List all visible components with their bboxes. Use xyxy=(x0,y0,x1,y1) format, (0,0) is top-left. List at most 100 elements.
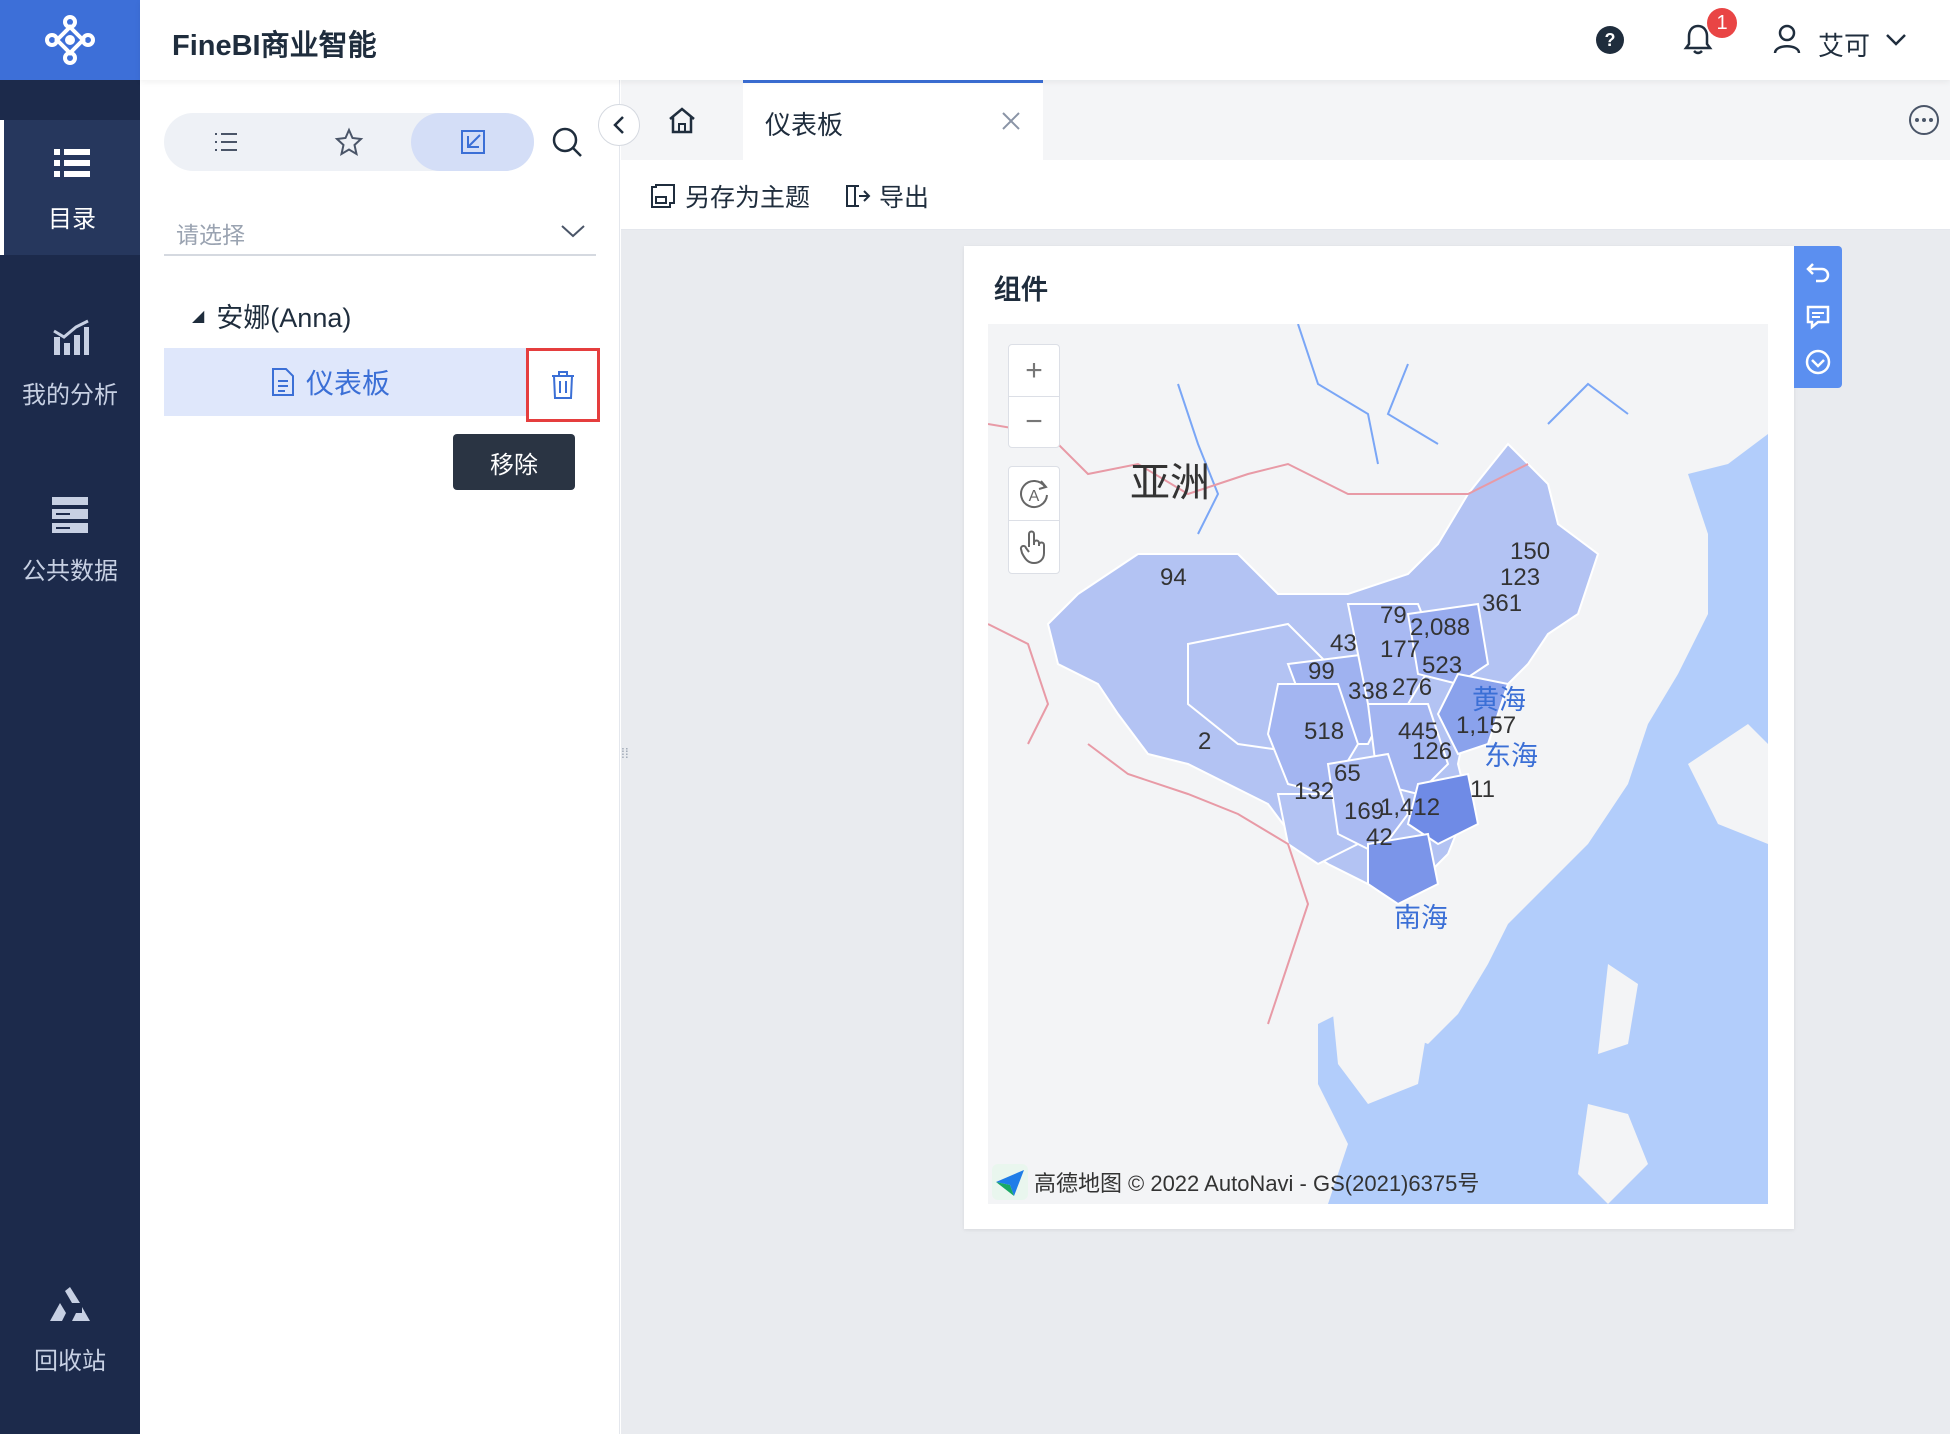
document-icon xyxy=(272,368,294,396)
nav-item-my-analysis[interactable]: 我的分析 xyxy=(0,296,140,431)
map-zoom-control: + − xyxy=(1008,344,1060,448)
map-value-label: 99 xyxy=(1308,658,1335,685)
catalog-panel: 请选择 ◢ 安娜(Anna) 仪表板 xyxy=(140,80,620,1434)
chevron-left-icon xyxy=(613,116,624,134)
catalog-select[interactable]: 请选择 xyxy=(164,208,596,256)
database-icon xyxy=(52,497,88,533)
map-value-label: 132 xyxy=(1294,778,1335,805)
export-icon xyxy=(846,185,871,207)
logo-icon xyxy=(45,15,95,65)
search-icon[interactable] xyxy=(550,125,584,159)
undo-icon[interactable] xyxy=(1804,258,1832,286)
map-tool-control: A xyxy=(1008,466,1060,574)
tree-folder[interactable]: ◢ 安娜(Anna) xyxy=(192,296,351,335)
map-value-label: 338 xyxy=(1348,678,1389,705)
tab-label: 仪表板 xyxy=(765,110,844,140)
trash-icon xyxy=(552,371,574,399)
user-name[interactable]: 艾可 xyxy=(1818,26,1870,63)
hand-icon xyxy=(1019,530,1045,565)
view-list-button[interactable] xyxy=(164,113,287,171)
nav-label: 公共数据 xyxy=(22,558,118,585)
map-value-label: 177 xyxy=(1380,636,1421,663)
map-value-label: 150 xyxy=(1510,538,1551,565)
dashboard-toolbar: 另存为主题 导出 xyxy=(621,160,1950,230)
map-value-label: 276 xyxy=(1392,674,1433,701)
map-widget[interactable]: 组件 亚洲 94 150 123 361 79 2,088 43 177 523… xyxy=(964,246,1794,1229)
help-icon[interactable]: ? xyxy=(1595,25,1625,55)
sea-label: 黄海 xyxy=(1472,685,1526,715)
tree-item-dashboard[interactable]: 仪表板 xyxy=(164,348,526,416)
left-nav: 目录 我的分析 公共数据 回收站 xyxy=(0,0,140,1434)
map-value-label: 169 xyxy=(1344,798,1385,825)
nav-label: 目录 xyxy=(48,206,96,233)
map-attribution: 高德地图 © 2022 AutoNavi - GS(2021)6375号 xyxy=(992,1164,1479,1200)
save-as-theme-label: 另存为主题 xyxy=(685,184,811,212)
attribution-text: © 2022 AutoNavi - GS(2021)6375号 xyxy=(1128,1171,1480,1196)
chevron-down-icon xyxy=(561,225,585,238)
export-button[interactable]: 导出 xyxy=(843,178,929,214)
view-mine-button[interactable] xyxy=(411,113,534,171)
view-favorites-button[interactable] xyxy=(287,113,410,171)
remove-tooltip: 移除 xyxy=(453,434,575,490)
zoom-out-button[interactable]: − xyxy=(1009,396,1059,447)
close-icon[interactable] xyxy=(999,109,1023,133)
map-value-label: 94 xyxy=(1160,564,1187,591)
map-brand: 高德地图 xyxy=(1034,1171,1123,1196)
widget-side-actions xyxy=(1794,246,1842,388)
tree-item-label: 仪表板 xyxy=(306,368,391,399)
delete-button[interactable] xyxy=(526,348,600,422)
continent-label: 亚洲 xyxy=(1130,461,1210,505)
pan-button[interactable] xyxy=(1009,520,1059,573)
sea-label: 东海 xyxy=(1484,741,1538,771)
svg-text:A: A xyxy=(1029,488,1040,505)
map-base xyxy=(988,324,1768,1204)
map-value-label: 65 xyxy=(1334,760,1361,787)
sea-label: 南海 xyxy=(1394,903,1448,933)
nav-item-recycle-bin[interactable]: 回收站 xyxy=(0,1262,140,1397)
nav-item-public-data[interactable]: 公共数据 xyxy=(0,472,140,607)
map-value-label: 126 xyxy=(1412,738,1453,765)
resize-handle[interactable]: ⁞⁞ xyxy=(621,745,633,775)
catalog-view-switch xyxy=(164,113,534,171)
nav-item-catalog[interactable]: 目录 xyxy=(0,120,140,255)
save-as-theme-button[interactable]: 另存为主题 xyxy=(649,178,810,214)
caret-down-icon[interactable]: ◢ xyxy=(192,306,204,326)
tree-folder-label: 安娜(Anna) xyxy=(216,303,352,333)
map-value-label: 79 xyxy=(1380,602,1407,629)
map-value-label: 1,412 xyxy=(1380,794,1441,821)
save-icon xyxy=(651,184,675,208)
user-icon[interactable] xyxy=(1773,24,1801,54)
edit-box-icon xyxy=(460,130,485,154)
zoom-in-button[interactable]: + xyxy=(1009,345,1059,396)
chevron-down-icon[interactable] xyxy=(1884,30,1908,50)
app-logo[interactable] xyxy=(0,0,140,80)
chart-icon xyxy=(53,319,89,355)
map-value-label: 518 xyxy=(1304,718,1345,745)
select-placeholder: 请选择 xyxy=(176,222,245,248)
svg-text:?: ? xyxy=(1605,30,1616,50)
map-value-label: 123 xyxy=(1500,564,1541,591)
map-value-label: 2 xyxy=(1198,728,1212,755)
rotate-icon: A xyxy=(1020,479,1048,508)
notification-badge: 1 xyxy=(1707,8,1737,38)
china-map[interactable]: 亚洲 94 150 123 361 79 2,088 43 177 523 99… xyxy=(988,324,1768,1204)
more-icon[interactable] xyxy=(1908,104,1940,136)
collapse-panel-button[interactable] xyxy=(598,104,640,146)
map-value-label: 42 xyxy=(1366,824,1393,851)
dropdown-circle-icon[interactable] xyxy=(1804,348,1832,376)
export-label: 导出 xyxy=(879,184,930,212)
tab-dashboard[interactable]: 仪表板 xyxy=(743,80,1043,160)
list-view-icon xyxy=(214,133,237,151)
star-icon xyxy=(334,127,363,157)
home-icon xyxy=(669,107,695,134)
map-value-label: 11 xyxy=(1470,776,1495,803)
nav-label: 回收站 xyxy=(34,1348,106,1375)
comment-icon[interactable] xyxy=(1804,303,1832,331)
rotate-button[interactable]: A xyxy=(1009,467,1059,520)
tab-bar: 仪表板 xyxy=(621,80,1950,160)
top-header: FineBI商业智能 ? 1 艾可 xyxy=(140,0,1950,80)
main-area: 仪表板 另存为主题 导出 ⁞⁞ 组件 亚洲 94 150 123 361 79 … xyxy=(621,80,1950,1434)
map-value-label: 43 xyxy=(1330,630,1357,657)
app-title: FineBI商业智能 xyxy=(172,30,377,62)
recycle-icon xyxy=(50,1287,90,1321)
